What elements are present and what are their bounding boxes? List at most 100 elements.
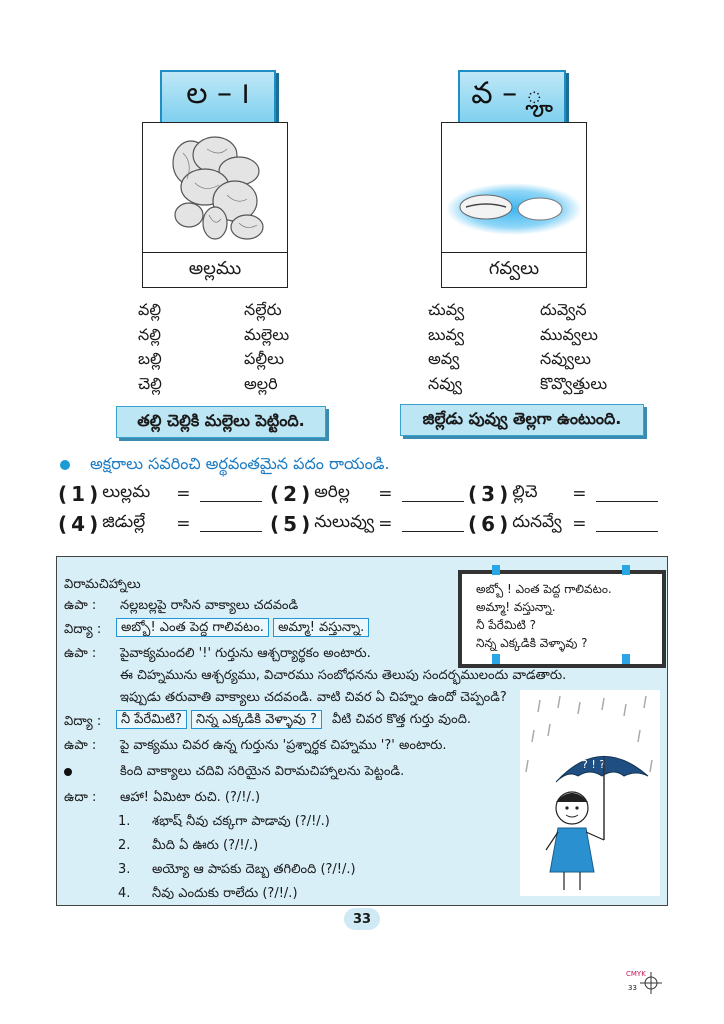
board-peg <box>492 654 500 664</box>
board-peg <box>622 654 630 664</box>
registration-mark-icon <box>640 972 662 994</box>
panel-line: పై వాక్యము చివర ఉన్న గుర్తును 'ప్రశ్నార్… <box>120 738 447 753</box>
speaker-label: ఉపా : <box>64 598 97 613</box>
letter-card-text: వ – ౣ <box>471 76 553 111</box>
word: మల్లెలు <box>244 324 290 344</box>
equals-sign: = <box>176 484 191 504</box>
word: చెల్లి <box>138 373 162 393</box>
example-text: ఆహా! ఏమిటా రుచి. (?/!/.) <box>120 790 261 805</box>
item-number: 1 <box>71 482 86 506</box>
equals-sign: = <box>572 484 587 504</box>
item-number-right: ) <box>499 482 509 506</box>
word: వల్లి <box>138 300 162 319</box>
panel-heading: విరామచిహ్నాలు <box>64 577 141 592</box>
speaker-label: ఉపా : <box>64 646 97 661</box>
word: నవ్వులు <box>540 349 591 368</box>
girl-umbrella-drawing: ? ! ? <box>525 695 653 890</box>
speaker-label: ఉపా : <box>64 738 97 753</box>
letter-card-va: వ – ౣ <box>458 70 566 124</box>
scrambled-word: లుల్లమ <box>102 482 151 502</box>
answer-blank[interactable] <box>402 517 465 532</box>
scrambled-word: నులువ్వు <box>314 512 375 532</box>
exercise-item-3: (3) ల్లిచె = <box>468 482 659 506</box>
boxed-sentence: నిన్న ఎక్కడికి వెళ్ళావు ? <box>191 710 322 729</box>
panel-line: పైవాక్యమందలి '!' గుర్తును ఆశ్చర్యార్థకం … <box>120 646 371 661</box>
punctuation-item[interactable]: నీవు ఎందుకు రాలేదు (?/!/.) <box>152 886 298 904</box>
exercise-item-4: (4) జిడుల్లే = <box>58 512 263 536</box>
exercise-item-2: (2) అరిల్ల = <box>270 482 465 506</box>
letter-card-text: ల – ౹ <box>186 76 250 111</box>
exercise-instruction: అక్షరాలు సవరించి అర్థవంతమైన పదం రాయండి. <box>90 454 390 473</box>
item-number: 3 <box>481 482 496 506</box>
boxed-sentence: అమ్మా! వస్తున్నా. <box>273 618 370 637</box>
exercise-item-1: (1) లుల్లమ = <box>58 482 263 506</box>
word: కొవ్వొత్తులు <box>540 373 608 393</box>
panel-instruction: కింది వాక్యాలు చదివి సరియైన విరామచిహ్నాల… <box>120 764 405 779</box>
svg-text:? ! ?: ? ! ? <box>582 758 605 771</box>
answer-blank[interactable] <box>596 487 659 502</box>
answer-blank[interactable] <box>596 517 659 532</box>
item-number: 5 <box>283 512 298 536</box>
item-number-left: ( <box>468 512 478 536</box>
cowrie-shells-illustration <box>446 183 582 235</box>
word: పల్లీలు <box>244 349 284 368</box>
panel-line: ఈ చిహ్నమును ఆశ్చర్యము, విచారము సంబోధనను … <box>120 668 567 683</box>
word: అవ్వ <box>428 349 460 368</box>
picture-box-ginger: అల్లము <box>142 122 288 288</box>
item-number: 4 <box>71 512 86 536</box>
equals-sign: = <box>176 514 191 534</box>
scrambled-word: దునవ్వే <box>512 512 562 532</box>
item-number: 2 <box>283 482 298 506</box>
item-number-left: ( <box>58 512 68 536</box>
speaker-label: విద్యా : <box>64 622 102 637</box>
scrambled-word: ల్లిచె <box>512 482 538 502</box>
word: నల్లేరు <box>244 300 282 319</box>
example-label: ఉదా : <box>64 790 97 805</box>
punctuation-item[interactable]: శభాష్ నీవు చక్కగా పాడావు (?/!/.) <box>152 814 330 832</box>
word: నల్లి <box>138 324 161 344</box>
equals-sign: = <box>572 514 587 534</box>
item-number-left: ( <box>270 512 280 536</box>
picture-caption: గవ్వలు <box>442 252 586 287</box>
equals-sign: = <box>378 484 393 504</box>
letter-card-la: ల – ౹ <box>160 70 276 124</box>
panel-line: ఇప్పుడు తరువాతి వాక్యాలు చదవండి. వాటి చి… <box>120 690 507 705</box>
board-peg <box>492 565 500 575</box>
board-line: అబ్బో ! ఎంత పెద్ద గాలివటం. <box>476 582 612 596</box>
answer-blank[interactable] <box>402 487 465 502</box>
answer-blank[interactable] <box>200 517 263 532</box>
item-number-right: ) <box>499 512 509 536</box>
word-list-left-1: వల్లి నల్లి బల్లి చెల్లి <box>138 298 162 396</box>
answer-blank[interactable] <box>200 487 263 502</box>
word: నవ్వు <box>428 373 463 393</box>
item-number-left: ( <box>58 482 68 506</box>
girl-umbrella-illustration: ? ! ? <box>520 690 660 896</box>
item-number-right: ) <box>301 482 311 506</box>
note-board: అబ్బో ! ఎంత పెద్ద గాలివటం. అమ్మా! వస్తున… <box>458 570 666 668</box>
item-number-right: ) <box>89 482 99 506</box>
word: బువ్వ <box>428 324 465 344</box>
boxed-sentence: నీ పేరేమిటి? <box>116 710 187 729</box>
word: దువ్వెన <box>540 300 587 319</box>
ginger-illustration <box>172 136 264 240</box>
panel-line-boxes: అబ్బో! ఎంత పెద్ద గాలివటం. అమ్మా! వస్తున్… <box>116 618 370 638</box>
sentence-bar-left: తల్లి చెల్లికి మల్లెలు పెట్టింది. <box>116 406 326 438</box>
item-number: 6 <box>481 512 496 536</box>
punctuation-item[interactable]: మీది ఏ ఊరు (?/!/.) <box>152 838 258 856</box>
exercise-item-5: (5) నులువ్వు = <box>270 512 465 536</box>
picture-caption: అల్లము <box>143 252 287 287</box>
board-line: నిన్న ఎక్కడికి వెళ్ళావు ? <box>476 636 588 650</box>
sentence-bar-right: జిల్లేడు పువ్వు తెల్లగా ఉంటుంది. <box>400 404 644 436</box>
item-number-left: ( <box>468 482 478 506</box>
word-list-right-2: దువ్వెన మువ్వలు నవ్వులు కొవ్వొత్తులు <box>540 298 607 396</box>
item-number-right: ) <box>89 512 99 536</box>
punctuation-item[interactable]: అయ్యో ఆ పాపకు దెబ్బ తగిలింది (?/!/.) <box>152 862 356 880</box>
item-number: 4. <box>118 886 131 901</box>
bullet-icon <box>60 460 70 470</box>
scrambled-word: అరిల్ల <box>314 482 350 502</box>
exercise-item-6: (6) దునవ్వే = <box>468 512 659 536</box>
panel-line: వీటి చివర కొత్త గుర్తు వుంది. <box>332 712 472 727</box>
scrambled-word: జిడుల్లే <box>102 512 146 532</box>
word: చువ్వ <box>428 300 465 319</box>
page-number: 33 <box>344 908 380 930</box>
